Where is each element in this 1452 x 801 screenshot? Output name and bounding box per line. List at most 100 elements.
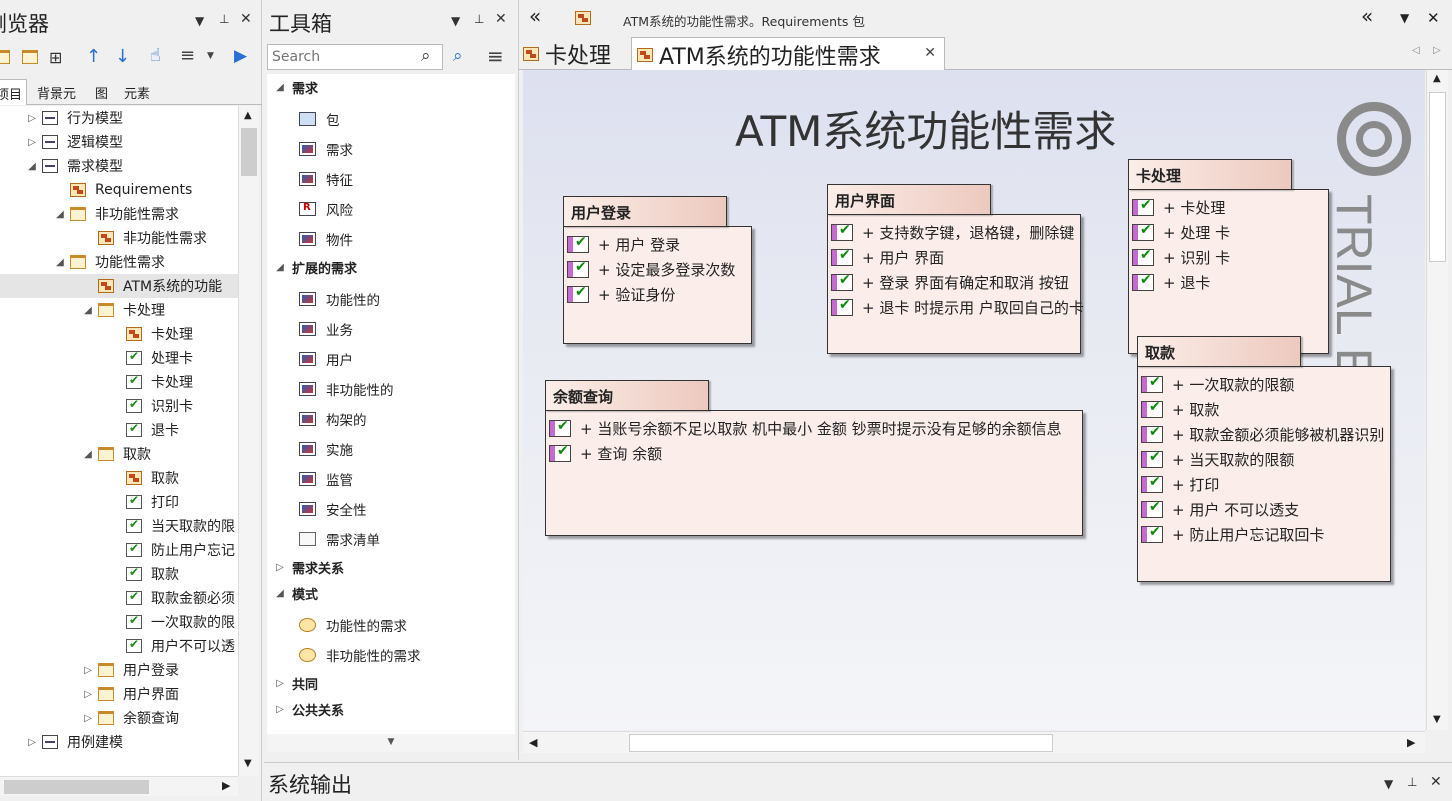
toolbox-close-icon[interactable]: ✕	[495, 11, 507, 27]
toolbox-section[interactable]: ◢ 模式	[274, 584, 318, 603]
diagram-scroll-left-icon[interactable]: ◀	[529, 736, 537, 749]
output-pin-icon[interactable]: ⊥	[1407, 775, 1417, 789]
requirement-item[interactable]: + 设定最多登录次数	[567, 257, 735, 282]
tree-node[interactable]: ◢ 功能性需求	[54, 250, 165, 274]
tree-node[interactable]: 卡处理	[110, 322, 193, 346]
diagram-scroll-down-icon[interactable]: ▼	[1433, 714, 1441, 725]
toolbox-item[interactable]: 特征	[299, 164, 353, 194]
tree-toggle-icon[interactable]: ▷	[26, 113, 38, 124]
requirement-item[interactable]: + 当天取款的限额	[1141, 447, 1294, 472]
section-toggle-icon[interactable]: ◢	[274, 588, 286, 599]
menu-dropdown-icon[interactable]: ▼	[207, 51, 214, 61]
section-toggle-icon[interactable]: ▷	[274, 704, 286, 715]
toolbox-menu-icon[interactable]: ≡	[487, 44, 504, 68]
tree-node[interactable]: ▷ 行为模型	[26, 106, 123, 130]
toolbox-item[interactable]: 功能性的需求	[299, 610, 407, 640]
requirement-box-title[interactable]: 用户界面	[827, 184, 991, 215]
tree-node[interactable]: 用户不可以透	[110, 634, 235, 658]
toolbox-item[interactable]: 安全性	[299, 494, 367, 524]
requirement-item[interactable]: + 支持数字键，退格键，删除键	[831, 220, 1074, 245]
requirement-box-title[interactable]: 卡处理	[1128, 159, 1292, 190]
move-up-icon[interactable]: ↑	[86, 46, 101, 67]
requirement-item[interactable]: + 一次取款的限额	[1141, 372, 1294, 397]
diagram-canvas[interactable]: ATM系统功能性需求 TRIAL Edition 用户登录+ 用户 登录+ 设定…	[523, 70, 1425, 730]
toolbox-section[interactable]: ◢ 扩展的需求	[274, 258, 357, 277]
pin-icon[interactable]: ⊥	[219, 12, 229, 26]
requirement-item[interactable]: + 识别 卡	[1132, 245, 1230, 270]
new-folder-icon[interactable]	[22, 50, 38, 64]
toolbox-item[interactable]: 非功能性的	[299, 374, 394, 404]
requirement-item[interactable]: + 取款	[1141, 397, 1219, 422]
toolbox-item[interactable]: 业务	[299, 314, 353, 344]
tree-toggle-icon[interactable]: ◢	[26, 161, 38, 172]
search-icon[interactable]: ⌕	[421, 46, 431, 66]
tree-toggle-icon[interactable]: ▷	[82, 689, 94, 700]
requirement-item[interactable]: + 处理 卡	[1132, 220, 1230, 245]
tree-node[interactable]: ◢ 取款	[82, 442, 151, 466]
section-toggle-icon[interactable]: ◢	[274, 262, 286, 273]
diagram-hscroll-thumb[interactable]	[629, 734, 1053, 752]
section-toggle-icon[interactable]: ◢	[274, 82, 286, 93]
toolbox-item[interactable]: 监管	[299, 464, 353, 494]
move-down-icon[interactable]: ↓	[115, 46, 130, 67]
tab-context[interactable]: 背景元	[37, 83, 76, 102]
scroll-up-icon[interactable]: ▲	[244, 110, 252, 121]
search-input[interactable]	[267, 44, 443, 70]
toolbox-item[interactable]: 构架的	[299, 404, 367, 434]
tree-node[interactable]: ◢ 卡处理	[82, 298, 165, 322]
tree-toggle-icon[interactable]: ▷	[82, 665, 94, 676]
tree-node[interactable]: ◢ 非功能性需求	[54, 202, 179, 226]
find-icon[interactable]: ⌕	[453, 46, 463, 66]
tree-node[interactable]: ATM系统的功能	[0, 274, 238, 298]
toolbox-item[interactable]: 需求	[299, 134, 353, 164]
menu-icon[interactable]: ≡	[180, 45, 195, 66]
close-icon[interactable]: ✕	[240, 11, 252, 27]
tree-node[interactable]: ▷ 用户界面	[82, 682, 179, 706]
tree-toggle-icon[interactable]: ◢	[82, 449, 94, 460]
tree-toggle-icon[interactable]: ◢	[54, 209, 66, 220]
locate-icon[interactable]: ☝	[150, 45, 161, 66]
diagram-scroll-up-icon[interactable]: ▲	[1433, 73, 1441, 84]
tree-hscrollbar[interactable]: ▶	[0, 776, 238, 796]
section-toggle-icon[interactable]: ▷	[274, 678, 286, 689]
tree-node[interactable]: Requirements	[54, 178, 192, 202]
tree-node[interactable]: 取款金额必须	[110, 586, 235, 610]
output-dropdown-icon[interactable]: ▼	[1384, 777, 1393, 791]
tab-card-processing[interactable]: 卡处理	[523, 37, 627, 70]
dropdown-icon[interactable]: ▼	[195, 14, 204, 28]
tree-node[interactable]: ▷ 逻辑模型	[26, 130, 123, 154]
diagram-scroll-right-icon[interactable]: ▶	[1407, 736, 1415, 749]
requirement-item[interactable]: + 用户 登录	[567, 232, 680, 257]
toolbox-section[interactable]: ▷ 公共关系	[274, 700, 344, 719]
requirement-item[interactable]: + 打印	[1141, 472, 1219, 497]
scroll-right-icon[interactable]: ▶	[222, 779, 230, 792]
tree-node[interactable]: ◢ 需求模型	[26, 154, 123, 178]
tree-node[interactable]: 处理卡	[110, 346, 193, 370]
tree-node[interactable]: 识别卡	[110, 394, 193, 418]
toolbox-item[interactable]: 需求清单	[299, 524, 380, 554]
requirement-item[interactable]: + 验证身份	[567, 282, 675, 307]
requirement-item[interactable]: + 当账号余额不足以取款 机中最小 金额 钞票时提示没有足够的余额信息	[549, 416, 1062, 441]
hierarchy-icon[interactable]: ⊞	[49, 48, 62, 67]
folder-icon[interactable]	[0, 50, 10, 64]
tree-node[interactable]: 当天取款的限	[110, 514, 235, 538]
diagram-hscrollbar[interactable]: ◀ ▶	[523, 731, 1425, 753]
requirement-box-title[interactable]: 取款	[1137, 336, 1301, 367]
hscroll-thumb[interactable]	[4, 780, 149, 794]
tab-diagram[interactable]: 图	[95, 83, 108, 102]
requirement-item[interactable]: + 退卡 时提示用 户取回自己的卡	[831, 295, 1084, 320]
diagram-vscrollbar[interactable]: ▲ ▼	[1426, 70, 1448, 730]
tree-node[interactable]: 卡处理	[110, 370, 193, 394]
toolbox-item[interactable]: 实施	[299, 434, 353, 464]
toolbox-section[interactable]: ▷ 共同	[274, 674, 318, 693]
tree-node[interactable]: 取款	[110, 466, 179, 490]
toolbox-section[interactable]: ◢ 需求	[274, 78, 318, 97]
tab-element[interactable]: 元素	[124, 83, 150, 102]
tree-scrollbar[interactable]: ▲ ▼	[238, 106, 259, 776]
tree-node[interactable]: 非功能性需求	[82, 226, 207, 250]
toolbox-item[interactable]: 物件	[299, 224, 353, 254]
toolbox-item[interactable]: 包	[299, 104, 340, 134]
requirement-item[interactable]: + 登录 界面有确定和取消 按钮	[831, 270, 1069, 295]
toolbox-item[interactable]: 风险	[299, 194, 353, 224]
tab-close-icon[interactable]: ✕	[924, 45, 936, 61]
